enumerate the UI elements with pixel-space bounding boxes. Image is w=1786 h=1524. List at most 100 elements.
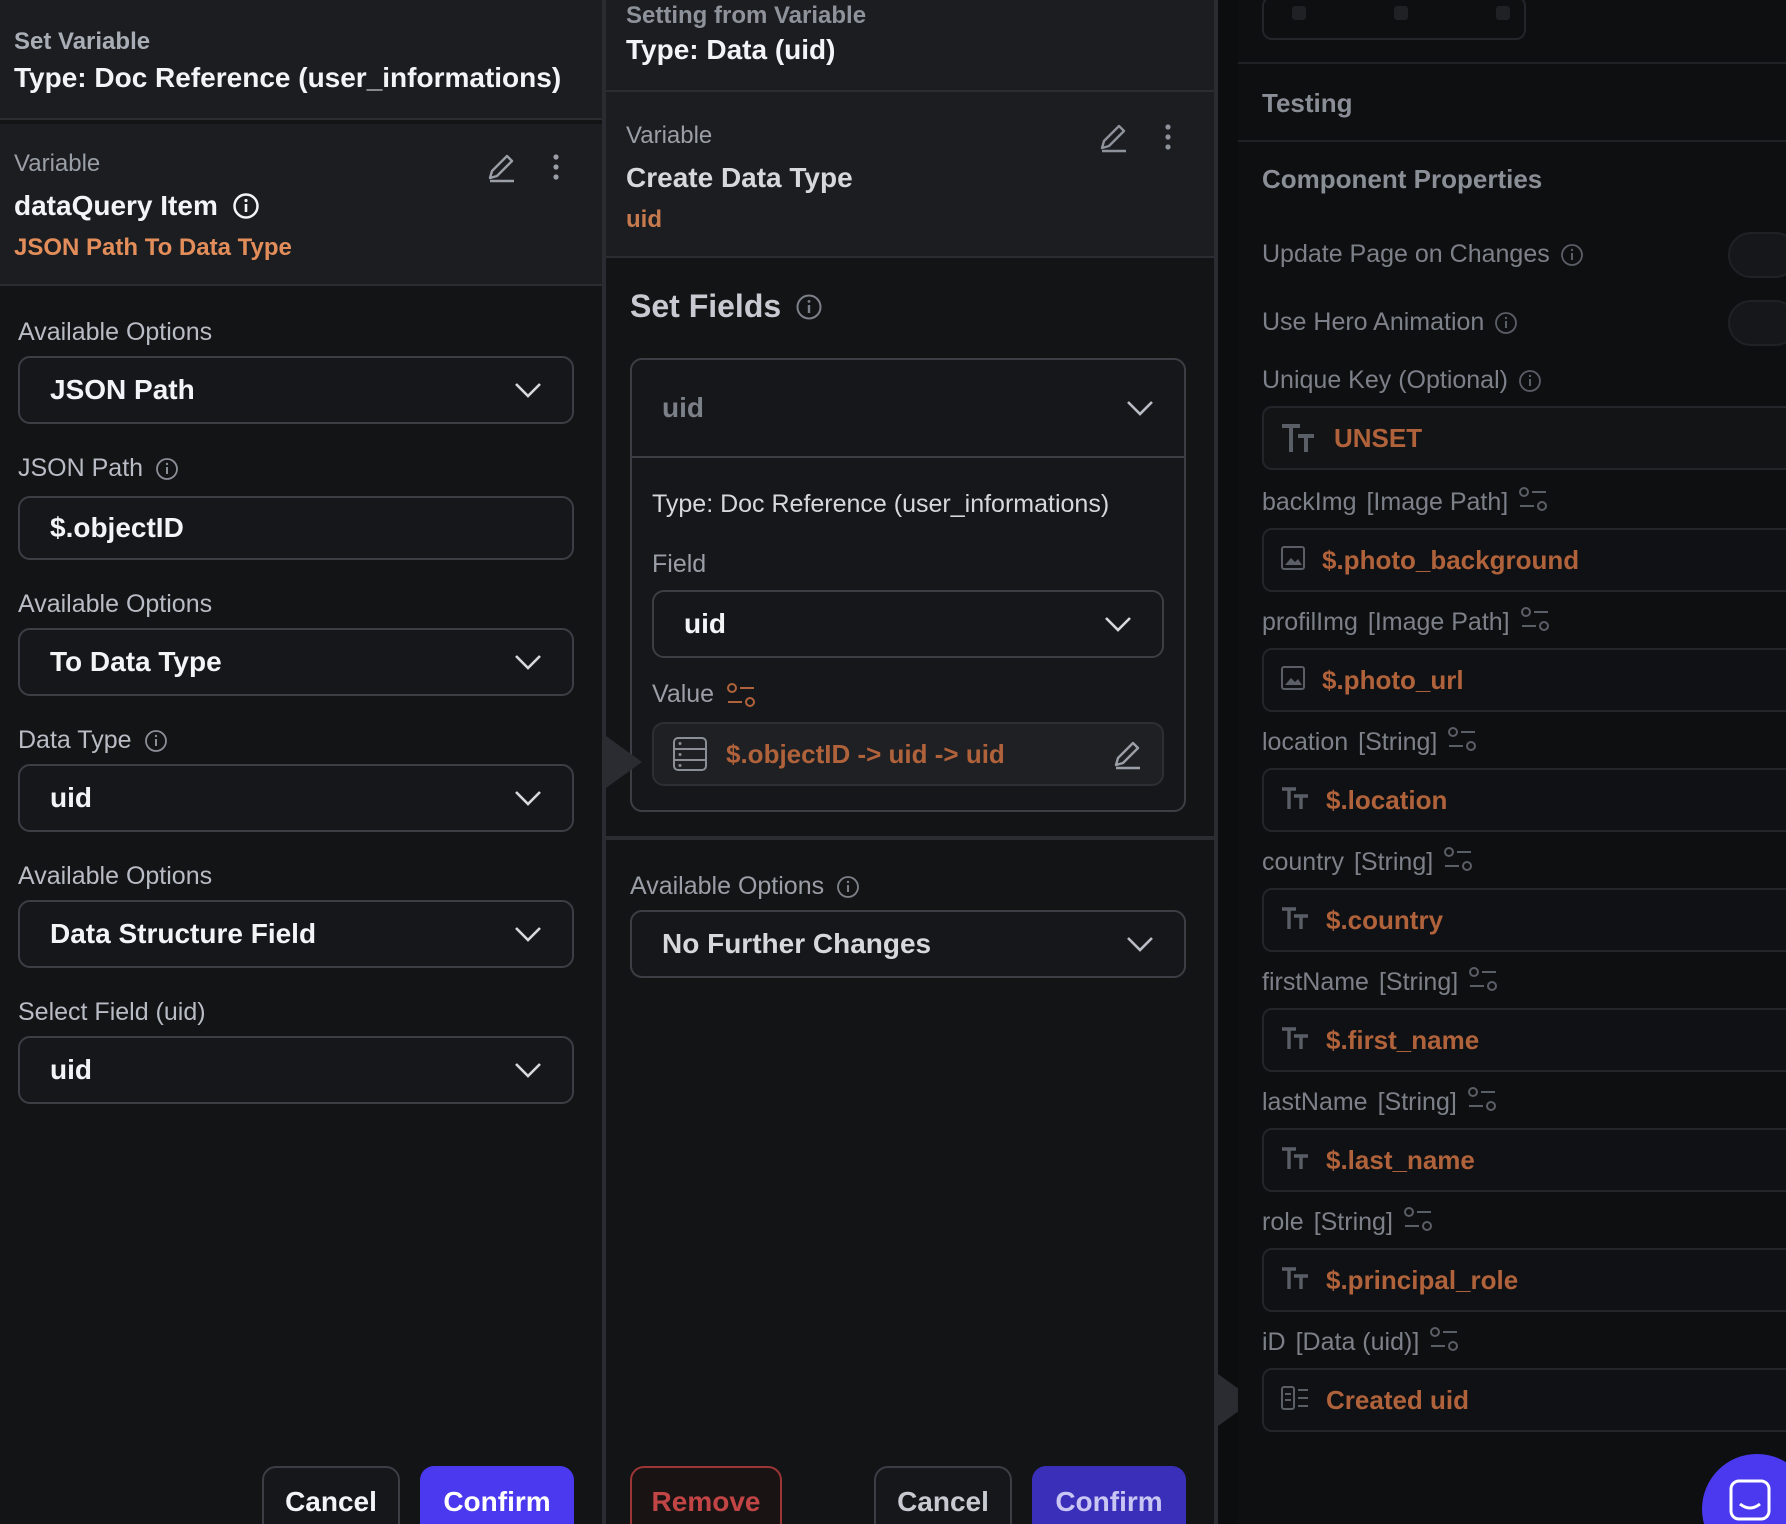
- use-hero-text: Use Hero Animation: [1262, 308, 1485, 336]
- param-label-backImg: backImg [Image Path]: [1262, 486, 1548, 519]
- set-fields-selected: uid: [662, 392, 704, 423]
- select-field-dropdown[interactable]: uid: [18, 1036, 574, 1104]
- header-small-label: Setting from Variable: [626, 2, 867, 29]
- json-path-value: $.objectID: [50, 512, 184, 543]
- info-icon[interactable]: [1560, 243, 1584, 267]
- param-name: country: [1262, 848, 1344, 876]
- info-icon[interactable]: [232, 192, 260, 220]
- unique-key-label: Unique Key (Optional): [1262, 366, 1542, 395]
- value-text: $.objectID -> uid -> uid: [726, 738, 1005, 769]
- options-icon[interactable]: [1403, 1206, 1433, 1239]
- options-icon[interactable]: [726, 682, 756, 708]
- available-options-dropdown[interactable]: JSON Path: [18, 356, 574, 424]
- available-options-dropdown[interactable]: Data Structure Field: [18, 900, 574, 968]
- options-icon[interactable]: [1429, 1326, 1459, 1359]
- toolbar-strip: [1262, 0, 1526, 40]
- chat-launcher[interactable]: [1702, 1454, 1786, 1524]
- json-path-label-text: JSON Path: [18, 454, 144, 482]
- unique-key-input[interactable]: UNSET: [1262, 406, 1786, 470]
- chevron-down-icon: [1127, 937, 1153, 952]
- cancel-button[interactable]: Cancel: [874, 1466, 1012, 1524]
- variable-subtitle: JSON Path To Data Type: [14, 234, 292, 261]
- param-input-backImg[interactable]: $.photo_background: [1262, 528, 1786, 592]
- available-options-label: Available Options: [18, 318, 213, 346]
- options-icon[interactable]: [1443, 846, 1473, 879]
- edit-icon[interactable]: [1110, 737, 1144, 771]
- options-icon[interactable]: [1518, 486, 1548, 519]
- header-title: Type: Doc Reference (user_informations): [14, 62, 562, 93]
- param-value: $.last_name: [1326, 1144, 1475, 1175]
- param-name: lastName: [1262, 1088, 1368, 1116]
- update-page-toggle[interactable]: [1728, 232, 1786, 278]
- param-type: [Data (uid)]: [1295, 1328, 1420, 1356]
- confirm-button[interactable]: Confirm: [1032, 1466, 1186, 1524]
- param-label-iD: iD [Data (uid)]: [1262, 1326, 1459, 1359]
- remove-button[interactable]: Remove: [630, 1466, 782, 1524]
- param-label-lastName: lastName [String]: [1262, 1086, 1497, 1119]
- param-label-profilImg: profilImg [Image Path]: [1262, 606, 1550, 639]
- select-field-label: Select Field (uid): [18, 998, 206, 1026]
- variable-name: Create Data Type: [626, 162, 853, 193]
- param-input-country[interactable]: $.country: [1262, 888, 1786, 952]
- info-icon[interactable]: [1518, 369, 1542, 393]
- param-type: [Image Path]: [1366, 488, 1509, 516]
- text-icon: [1280, 785, 1310, 816]
- set-fields-selector[interactable]: uid: [632, 360, 1184, 458]
- info-icon[interactable]: [155, 457, 179, 481]
- param-label-firstName: firstName [String]: [1262, 966, 1498, 999]
- param-input-lastName[interactable]: $.last_name: [1262, 1128, 1786, 1192]
- chevron-down-icon: [1105, 617, 1131, 632]
- edit-icon[interactable]: [1096, 120, 1130, 154]
- info-icon[interactable]: [795, 293, 823, 321]
- variable-small-label: Variable: [14, 150, 101, 177]
- available-options-label-text: Available Options: [630, 872, 825, 900]
- param-input-location[interactable]: $.location: [1262, 768, 1786, 832]
- variable-small-label: Variable: [626, 122, 713, 149]
- options-icon[interactable]: [1520, 606, 1550, 639]
- field-type-text: Type: Doc Reference (user_informations): [652, 490, 1110, 518]
- variable-card[interactable]: Variable dataQuery Item JSON Path To Dat…: [0, 124, 602, 286]
- cancel-button[interactable]: Cancel: [262, 1466, 400, 1524]
- confirm-button[interactable]: Confirm: [420, 1466, 574, 1524]
- more-vertical-icon[interactable]: [548, 150, 564, 184]
- param-type: [String]: [1358, 728, 1438, 756]
- param-name: iD: [1262, 1328, 1286, 1356]
- set-variable-header: Set Variable Type: Doc Reference (user_i…: [0, 0, 602, 120]
- json-path-input[interactable]: $.objectID: [18, 496, 574, 560]
- chat-icon: [1729, 1479, 1771, 1521]
- options-icon[interactable]: [1468, 966, 1498, 999]
- info-icon[interactable]: [144, 729, 168, 753]
- value-input[interactable]: $.objectID -> uid -> uid: [652, 722, 1164, 786]
- param-input-iD[interactable]: Created uid: [1262, 1368, 1786, 1432]
- options-icon[interactable]: [1447, 726, 1477, 759]
- toolbar-dot: [1496, 6, 1510, 20]
- use-hero-toggle[interactable]: [1728, 300, 1786, 346]
- param-input-profilImg[interactable]: $.photo_url: [1262, 648, 1786, 712]
- info-icon[interactable]: [1494, 311, 1518, 335]
- edit-icon[interactable]: [484, 150, 518, 184]
- info-icon[interactable]: [836, 875, 860, 899]
- param-type: [String]: [1353, 848, 1434, 876]
- param-input-firstName[interactable]: $.first_name: [1262, 1008, 1786, 1072]
- field-dropdown[interactable]: uid: [652, 590, 1164, 658]
- text-icon: [1280, 905, 1310, 936]
- dropdown-value: uid: [684, 608, 726, 639]
- data-type-dropdown[interactable]: uid: [18, 764, 574, 832]
- variable-subtitle: uid: [626, 206, 662, 233]
- options-icon[interactable]: [1467, 1086, 1497, 1119]
- more-vertical-icon[interactable]: [1160, 120, 1176, 154]
- available-options-dropdown[interactable]: No Further Changes: [630, 910, 1186, 978]
- value-label: Value: [652, 680, 715, 708]
- available-options-dropdown[interactable]: To Data Type: [18, 628, 574, 696]
- param-input-role[interactable]: $.principal_role: [1262, 1248, 1786, 1312]
- text-icon: [1280, 1265, 1310, 1296]
- dropdown-value: JSON Path: [50, 374, 195, 405]
- param-value: $.first_name: [1326, 1024, 1480, 1055]
- testing-section[interactable]: Testing: [1238, 62, 1786, 142]
- chevron-down-icon: [515, 791, 541, 806]
- variable-card[interactable]: Variable Create Data Type uid: [606, 92, 1214, 258]
- update-page-text: Update Page on Changes: [1262, 240, 1550, 268]
- chevron-down-icon: [515, 383, 541, 398]
- param-type: [String]: [1377, 1088, 1457, 1116]
- chevron-down-icon: [515, 1063, 541, 1078]
